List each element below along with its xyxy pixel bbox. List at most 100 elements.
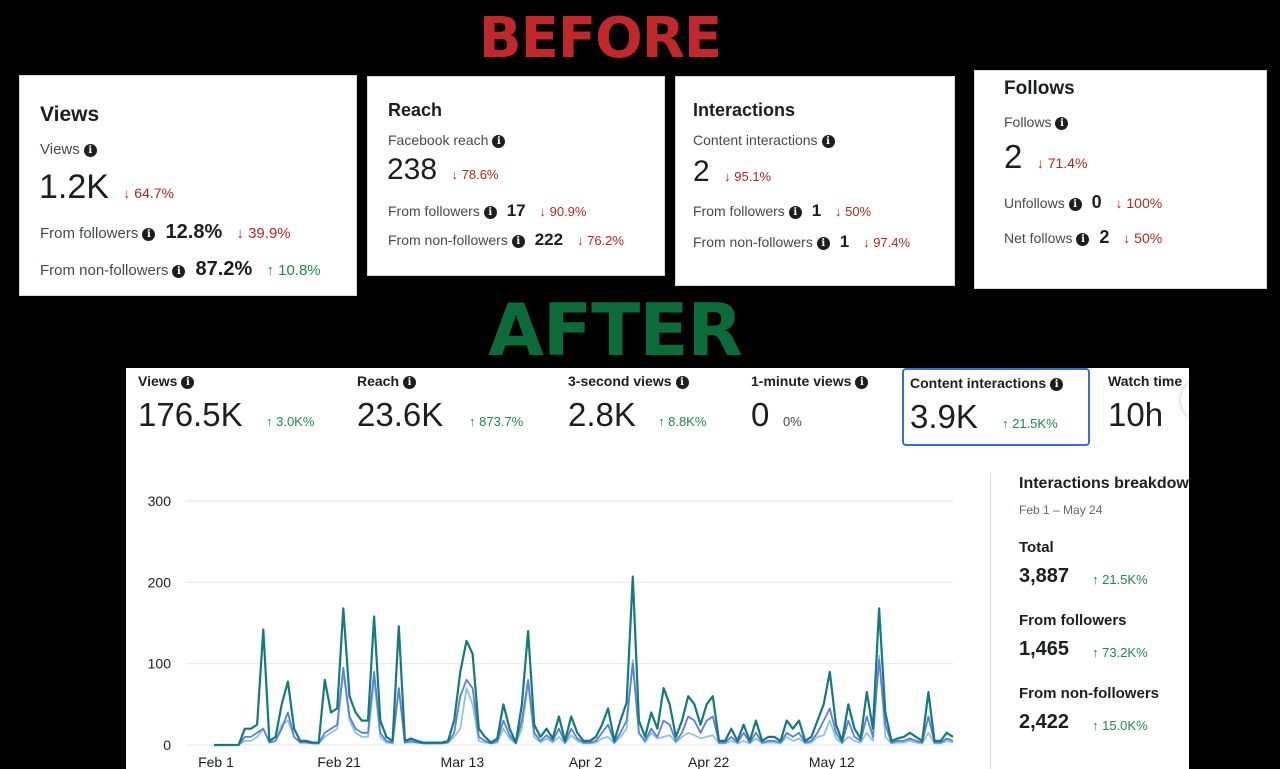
tab-1-minute-views-change: 0%: [783, 414, 802, 429]
tab-1-minute-views-label: 1-minute views i: [751, 373, 869, 389]
x-tick-label: May 12: [809, 754, 855, 769]
interactions-value: 2: [693, 155, 710, 188]
after-insights-panel: Views i 176.5K ↑ 3.0K% Reach i 23.6K ↑ 873…: [126, 368, 1189, 769]
views-card-title: Views: [40, 103, 100, 126]
tab-views-label: Views i: [138, 373, 195, 389]
tab-watch-time-value: 10h: [1108, 396, 1164, 433]
follows-metric-row: 2 ↓ 71.4%: [1004, 138, 1087, 176]
breakdown-total-change: ↑ 21.5K%: [1092, 572, 1148, 587]
info-icon[interactable]: i: [821, 135, 835, 148]
tab-content-interactions-value: 3.9K: [910, 398, 978, 435]
x-tick-label: Feb 1: [198, 754, 234, 769]
views-metric-label: Views i: [40, 141, 97, 158]
tab-3-second-views-label: 3-second views i: [568, 373, 689, 389]
tab-reach-value: 23.6K: [357, 396, 444, 433]
series-line-non-followers: [214, 654, 954, 746]
info-icon[interactable]: i: [172, 265, 186, 278]
follows-card: Follows Follows i 2 ↓ 71.4% Unfollows i 0 …: [974, 70, 1267, 289]
info-icon[interactable]: i: [492, 135, 506, 148]
tab-3-second-views-value: 2.8K: [568, 396, 636, 433]
before-heading: BEFORE: [478, 6, 722, 71]
series-line-followers: [214, 658, 954, 746]
breakdown-followers-value: 1,465: [1019, 638, 1070, 660]
tab-views-value: 176.5K: [138, 396, 243, 433]
tab-reach-label: Reach i: [357, 373, 417, 389]
tab-views-change: ↑ 3.0K%: [266, 414, 315, 429]
follows-card-title: Follows: [1004, 78, 1075, 99]
tab-views[interactable]: Views i 176.5K ↑ 3.0K%: [126, 368, 336, 446]
interactions-line-chart: 0 100 200 300 Feb 1 Feb 21 Mar 13 Apr 2 Apr 22 Ma…: [148, 493, 954, 769]
tab-content-interactions-label: Content interactions i: [910, 375, 1064, 391]
y-tick-label: 100: [148, 656, 172, 672]
reach-row-non-followers: From non-followers i 222 ↓ 76.2%: [388, 230, 624, 249]
follows-row-unfollows: Unfollows i 0 ↓ 100%: [1004, 192, 1163, 212]
tab-content-interactions-change: ↑ 21.5K%: [1002, 416, 1058, 431]
interactions-row-non-followers: From non-followers i 1 ↓ 97.4%: [693, 232, 911, 251]
views-value: 1.2K: [39, 168, 109, 206]
interactions-change: ↓ 95.1%: [724, 169, 772, 184]
info-icon[interactable]: i: [816, 237, 830, 250]
x-tick-label: Mar 13: [441, 754, 485, 769]
info-icon[interactable]: i: [483, 206, 497, 219]
views-row-followers: From followers i 12.8% ↓ 39.9%: [40, 221, 291, 243]
x-tick-label: Apr 2: [569, 754, 603, 769]
x-tick-label: Apr 22: [688, 754, 729, 769]
tab-content-interactions[interactable]: Content interactions i 3.9K ↑ 21.5K%: [902, 368, 1090, 446]
x-tick-label: Feb 21: [317, 754, 361, 769]
info-icon[interactable]: i: [1068, 198, 1082, 211]
reach-row-followers: From followers i 17 ↓ 90.9%: [388, 201, 587, 220]
series-line-total: [214, 575, 954, 747]
interactions-metric-row: 2 ↓ 95.1%: [693, 155, 771, 189]
views-card: Views Views i 1.2K ↓ 64.7% From followers…: [19, 75, 357, 296]
tab-1-minute-views[interactable]: 1-minute views i 0 0%: [739, 368, 889, 446]
interactions-card-title: Interactions: [693, 100, 796, 120]
tab-1-minute-views-value: 0: [751, 396, 770, 433]
interactions-card: Interactions Content interactions i 2 ↓ 9…: [675, 76, 955, 286]
breakdown-followers-label: From followers: [1019, 612, 1127, 629]
views-row-non-followers: From non-followers i 87.2% ↑ 10.8%: [40, 258, 321, 280]
info-icon[interactable]: i: [855, 376, 869, 389]
reach-value: 238: [387, 153, 438, 186]
info-icon[interactable]: i: [83, 144, 97, 157]
tab-reach[interactable]: Reach i 23.6K ↑ 873.7%: [345, 368, 545, 446]
follows-change: ↓ 71.4%: [1036, 155, 1088, 171]
y-tick-label: 200: [148, 574, 172, 590]
views-metric-row: 1.2K ↓ 64.7%: [39, 168, 174, 207]
tab-3-second-views-change: ↑ 8.8K%: [658, 414, 707, 429]
views-change: ↓ 64.7%: [123, 185, 174, 201]
info-icon[interactable]: i: [403, 376, 417, 389]
follows-value: 2: [1004, 138, 1023, 175]
breakdown-non-followers-change: ↑ 15.0K%: [1092, 718, 1148, 733]
after-heading: AFTER: [488, 288, 743, 372]
info-icon[interactable]: i: [511, 235, 525, 248]
tab-watch-time-label: Watch time: [1108, 373, 1183, 389]
info-icon[interactable]: i: [788, 206, 802, 219]
reach-card: Reach Facebook reach i 238 ↓ 78.6% From f…: [367, 76, 665, 276]
y-tick-label: 300: [148, 493, 172, 509]
info-icon[interactable]: i: [1050, 378, 1064, 391]
breakdown-non-followers-value: 2,422: [1019, 711, 1070, 733]
reach-card-title: Reach: [388, 100, 443, 120]
interactions-row-followers: From followers i 1 ↓ 50%: [693, 201, 872, 220]
reach-metric-row: 238 ↓ 78.6%: [387, 153, 499, 187]
follows-row-net: Net follows i 2 ↓ 50%: [1004, 227, 1163, 247]
tab-3-second-views[interactable]: 3-second views i 2.8K ↑ 8.8K%: [556, 368, 736, 446]
breakdown-total-label: Total: [1019, 539, 1054, 556]
interactions-breakdown: Interactions breakdown Feb 1 – May 24 To…: [990, 473, 1189, 769]
info-icon[interactable]: i: [1076, 233, 1090, 246]
breakdown-date-range: Feb 1 – May 24: [1019, 503, 1103, 517]
breakdown-followers-change: ↑ 73.2K%: [1092, 645, 1148, 660]
y-tick-label: 0: [163, 737, 171, 753]
info-icon[interactable]: i: [1055, 117, 1069, 130]
breakdown-total-value: 3,887: [1019, 565, 1070, 587]
info-icon[interactable]: i: [675, 376, 689, 389]
info-icon[interactable]: i: [181, 376, 195, 389]
tab-watch-time[interactable]: Watch time 10h: [1096, 368, 1189, 446]
reach-metric-label: Facebook reach i: [388, 132, 506, 148]
info-icon[interactable]: i: [142, 228, 156, 241]
breakdown-non-followers-label: From non-followers: [1019, 685, 1159, 702]
follows-metric-label: Follows i: [1004, 114, 1069, 130]
reach-change: ↓ 78.6%: [451, 167, 499, 182]
breakdown-title: Interactions breakdown: [1019, 475, 1189, 492]
interactions-metric-label: Content interactions i: [693, 132, 835, 148]
